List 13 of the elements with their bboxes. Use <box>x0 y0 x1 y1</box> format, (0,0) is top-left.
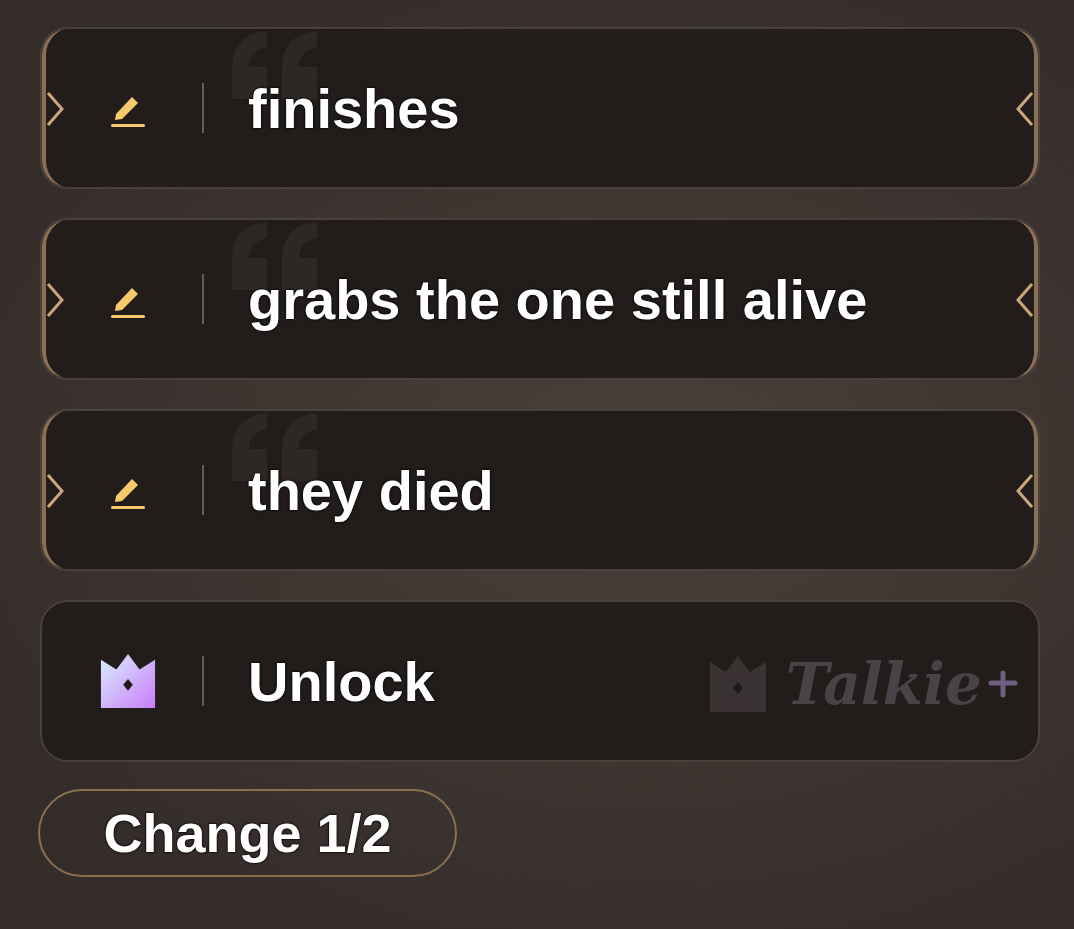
reply-option[interactable]: finishes <box>40 27 1040 189</box>
plus-icon <box>988 669 1018 699</box>
reply-option[interactable]: they died <box>40 409 1040 571</box>
chevron-icon <box>1014 89 1034 129</box>
change-button[interactable]: Change 1/2 <box>38 789 457 877</box>
chevron-icon <box>46 89 66 129</box>
chevron-icon <box>46 280 66 320</box>
crown-icon <box>99 652 157 710</box>
chevron-icon <box>1014 471 1034 511</box>
chevron-icon <box>46 471 66 511</box>
chevron-icon <box>1014 280 1034 320</box>
reply-option[interactable]: grabs the one still alive <box>40 218 1040 380</box>
crown-icon <box>707 654 768 714</box>
